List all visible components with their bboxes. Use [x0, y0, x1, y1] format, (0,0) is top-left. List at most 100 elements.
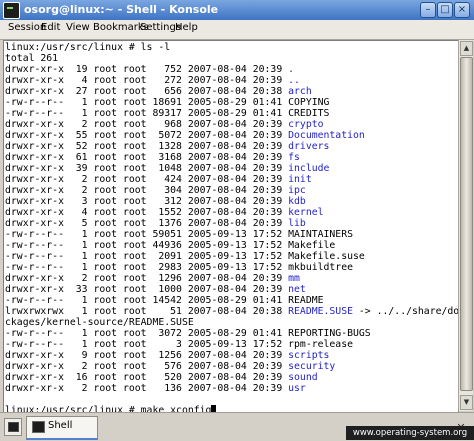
- window-title: osorg@linux:~ - Shell - Konsole: [24, 3, 219, 16]
- file-meta: -rw-r--r-- 1 root root 2983 2005-09-13 1…: [5, 262, 289, 273]
- new-session-button[interactable]: [4, 418, 22, 436]
- terminal-scrollbar[interactable]: ▲ ▼: [458, 40, 473, 411]
- file-name: drivers: [288, 141, 330, 152]
- terminal-line: drwxr-xr-x 61 root root 3168 2007-08-04 …: [5, 152, 300, 163]
- file-meta: drwxr-xr-x 16 root root 520 2007-08-04 2…: [5, 372, 289, 383]
- file-name: kernel: [288, 207, 324, 218]
- file-name: mkbuildtree: [288, 262, 354, 273]
- file-meta: -rw-r--r-- 1 root root 89317 2005-08-29 …: [5, 108, 289, 119]
- file-name: ..: [288, 75, 300, 86]
- menu-help[interactable]: Help: [175, 22, 198, 33]
- file-meta: -rw-r--r-- 1 root root 3072 2005-08-29 0…: [5, 328, 289, 339]
- file-meta: drwxr-xr-x 2 root root 1296 2007-08-04 2…: [5, 273, 289, 284]
- terminal-line: drwxr-xr-x 16 root root 520 2007-08-04 2…: [5, 372, 318, 383]
- file-name: lib: [288, 218, 306, 229]
- file-meta: drwxr-xr-x 2 root root 304 2007-08-04 20…: [5, 185, 289, 196]
- file-meta: -rw-r--r-- 1 root root 2091 2005-09-13 1…: [5, 251, 289, 262]
- line-text: total 261: [5, 53, 59, 64]
- file-meta: drwxr-xr-x 3 root root 312 2007-08-04 20…: [5, 196, 289, 207]
- file-name: CREDITS: [288, 108, 330, 119]
- terminal-icon: [32, 421, 45, 433]
- file-name: ipc: [288, 185, 306, 196]
- file-meta: drwxr-xr-x 2 root root 424 2007-08-04 20…: [5, 174, 289, 185]
- file-meta: lrwxrwxrwx 1 root root 51 2007-08-04 20:…: [5, 306, 289, 317]
- menu-edit[interactable]: Edit: [41, 22, 60, 33]
- file-meta: -rw-r--r-- 1 root root 44936 2005-09-13 …: [5, 240, 289, 251]
- file-meta: drwxr-xr-x 2 root root 576 2007-08-04 20…: [5, 361, 289, 372]
- terminal-line: drwxr-xr-x 27 root root 656 2007-08-04 2…: [5, 86, 312, 97]
- file-meta: -rw-r--r-- 1 root root 14542 2005-08-29 …: [5, 295, 289, 306]
- file-meta: drwxr-xr-x 4 root root 1552 2007-08-04 2…: [5, 207, 289, 218]
- terminal-line: -rw-r--r-- 1 root root 59051 2005-09-13 …: [5, 229, 353, 240]
- terminal-line: drwxr-xr-x 2 root root 576 2007-08-04 20…: [5, 361, 335, 372]
- file-meta: drwxr-xr-x 2 root root 968 2007-08-04 20…: [5, 119, 289, 130]
- file-meta: drwxr-xr-x 4 root root 272 2007-08-04 20…: [5, 75, 289, 86]
- tab-shell[interactable]: Shell: [26, 416, 98, 440]
- file-name: arch: [288, 86, 312, 97]
- konsole-app-icon[interactable]: [3, 2, 20, 19]
- tab-label: Shell: [48, 420, 73, 431]
- file-name: net: [288, 284, 306, 295]
- file-name: REPORTING-BUGS: [288, 328, 371, 339]
- terminal-line: -rw-r--r-- 1 root root 89317 2005-08-29 …: [5, 108, 329, 119]
- scroll-down-icon[interactable]: ▼: [460, 395, 473, 410]
- terminal-line: drwxr-xr-x 2 root root 1296 2007-08-04 2…: [5, 273, 300, 284]
- terminal-line: -rw-r--r-- 1 root root 2983 2005-09-13 1…: [5, 262, 353, 273]
- terminal-line: drwxr-xr-x 2 root root 136 2007-08-04 20…: [5, 383, 306, 394]
- file-name: Makefile.suse: [288, 251, 365, 262]
- file-meta: -rw-r--r-- 1 root root 3 2005-09-13 17:5…: [5, 339, 289, 350]
- file-name: COPYING: [288, 97, 330, 108]
- terminal-line: drwxr-xr-x 3 root root 312 2007-08-04 20…: [5, 196, 306, 207]
- scroll-thumb[interactable]: [460, 57, 473, 391]
- file-meta: drwxr-xr-x 2 root root 136 2007-08-04 20…: [5, 383, 289, 394]
- line-text: ckages/kernel-source/README.SUSE: [5, 317, 194, 328]
- file-name: .: [288, 64, 295, 75]
- terminal-line: drwxr-xr-x 2 root root 424 2007-08-04 20…: [5, 174, 312, 185]
- file-name: kdb: [288, 196, 306, 207]
- file-name: scripts: [288, 350, 330, 361]
- file-name: Makefile: [288, 240, 336, 251]
- terminal-line: drwxr-xr-x 52 root root 1328 2007-08-04 …: [5, 141, 329, 152]
- terminal-line: drwxr-xr-x 2 root root 304 2007-08-04 20…: [5, 185, 306, 196]
- file-meta: drwxr-xr-x 27 root root 656 2007-08-04 2…: [5, 86, 289, 97]
- terminal-output[interactable]: linux:/usr/src/linux # ls -l total 261 drw…: [3, 40, 459, 413]
- maximize-icon: □: [440, 4, 450, 15]
- title-bar[interactable]: osorg@linux:~ - Shell - Konsole – □ ×: [0, 0, 474, 21]
- file-name: security: [288, 361, 336, 372]
- file-name: rpm-release: [288, 339, 354, 350]
- minimize-icon: –: [425, 4, 431, 15]
- close-icon: ×: [457, 4, 467, 15]
- menu-view[interactable]: View: [66, 22, 90, 33]
- minimize-button[interactable]: –: [420, 2, 436, 18]
- terminal-line: -rw-r--r-- 1 root root 18691 2005-08-29 …: [5, 97, 329, 108]
- terminal-line: -rw-r--r-- 1 root root 14542 2005-08-29 …: [5, 295, 324, 306]
- terminal-line: -rw-r--r-- 1 root root 3 2005-09-13 17:5…: [5, 339, 353, 350]
- terminal-line: drwxr-xr-x 4 root root 272 2007-08-04 20…: [5, 75, 300, 86]
- file-name: sound: [288, 372, 318, 383]
- file-meta: drwxr-xr-x 52 root root 1328 2007-08-04 …: [5, 141, 289, 152]
- terminal-line: drwxr-xr-x 19 root root 752 2007-08-04 2…: [5, 64, 294, 75]
- terminal-line: drwxr-xr-x 4 root root 1552 2007-08-04 2…: [5, 207, 324, 218]
- file-meta: drwxr-xr-x 61 root root 3168 2007-08-04 …: [5, 152, 289, 163]
- file-name: include: [288, 163, 330, 174]
- terminal-line: drwxr-xr-x 5 root root 1376 2007-08-04 2…: [5, 218, 306, 229]
- scroll-up-icon[interactable]: ▲: [460, 41, 473, 56]
- file-name: README.SUSE: [288, 306, 354, 317]
- file-name: fs: [288, 152, 300, 163]
- watermark: www.operating-system.org: [346, 426, 474, 440]
- close-button[interactable]: ×: [454, 2, 470, 18]
- terminal-line: drwxr-xr-x 33 root root 1000 2007-08-04 …: [5, 284, 306, 295]
- file-meta: drwxr-xr-x 5 root root 1376 2007-08-04 2…: [5, 218, 289, 229]
- terminal-line: total 261: [5, 53, 58, 64]
- file-meta: drwxr-xr-x 19 root root 752 2007-08-04 2…: [5, 64, 289, 75]
- maximize-button[interactable]: □: [437, 2, 453, 18]
- line-text: linux:/usr/src/linux # ls -l: [5, 42, 171, 53]
- file-name: mm: [288, 273, 300, 284]
- terminal-line: -rw-r--r-- 1 root root 2091 2005-09-13 1…: [5, 251, 365, 262]
- file-name: crypto: [288, 119, 324, 130]
- terminal-line: -rw-r--r-- 1 root root 3072 2005-08-29 0…: [5, 328, 371, 339]
- menu-bar: Session Edit View Bookmarks Settings Hel…: [0, 20, 474, 40]
- file-name: README: [288, 295, 324, 306]
- terminal-line: drwxr-xr-x 55 root root 5072 2007-08-04 …: [5, 130, 365, 141]
- terminal-line: drwxr-xr-x 2 root root 968 2007-08-04 20…: [5, 119, 324, 130]
